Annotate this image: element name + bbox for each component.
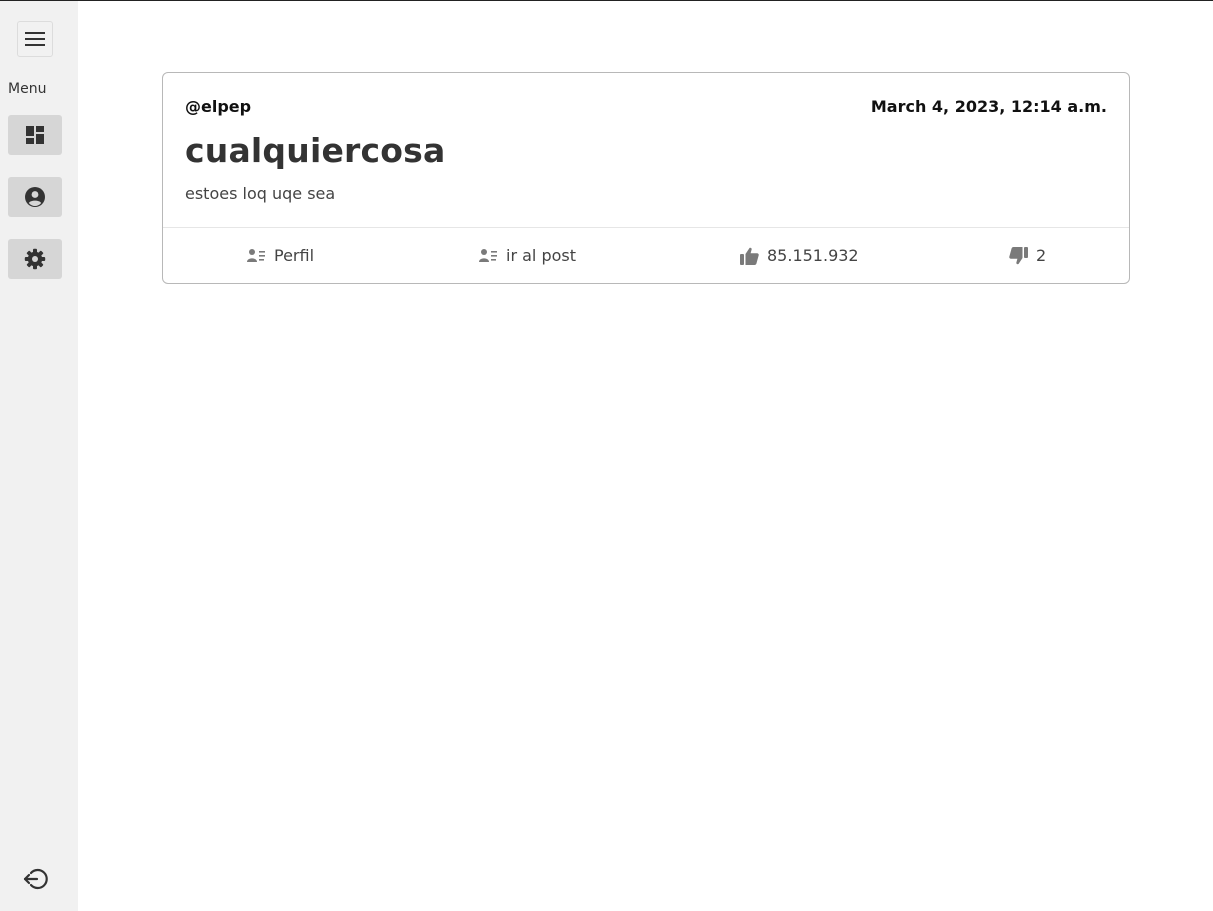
post-body: estoes loq uqe sea xyxy=(185,184,336,203)
dislike-button[interactable]: 2 xyxy=(1009,228,1046,283)
sidebar-item-settings[interactable] xyxy=(8,239,62,279)
thumbs-up-icon xyxy=(740,247,759,265)
likes-count: 85.151.932 xyxy=(767,246,859,265)
top-border xyxy=(0,0,1213,1)
post-date: March 4, 2023, 12:14 a.m. xyxy=(870,97,1107,116)
contact-card-icon xyxy=(479,249,497,262)
sidebar-item-dashboard[interactable] xyxy=(8,115,62,155)
post-title: cualquiercosa xyxy=(185,131,446,170)
hamburger-icon xyxy=(25,32,45,46)
logout-button[interactable] xyxy=(22,866,48,892)
logout-icon xyxy=(23,868,48,890)
dislikes-count: 2 xyxy=(1036,246,1047,265)
thumbs-down-icon xyxy=(1009,246,1028,264)
dashboard-icon xyxy=(26,126,44,144)
open-post-button[interactable]: ir al post xyxy=(479,228,576,283)
profile-label: Perfil xyxy=(274,246,315,265)
menu-label: Menu xyxy=(8,81,47,97)
sidebar: Menu xyxy=(0,1,78,911)
contact-card-icon xyxy=(247,249,265,262)
menu-toggle-button[interactable] xyxy=(17,21,53,57)
post-header: @elpep March 4, 2023, 12:14 a.m. xyxy=(185,97,1107,116)
profile-button[interactable]: Perfil xyxy=(247,228,314,283)
post-card: @elpep March 4, 2023, 12:14 a.m. cualqui… xyxy=(162,72,1130,284)
sidebar-item-profile[interactable] xyxy=(8,177,62,217)
post-actions: Perfil ir al post 85.151.932 2 xyxy=(163,228,1129,283)
gear-icon xyxy=(24,248,46,270)
post-author: @elpep xyxy=(185,97,252,116)
open-post-label: ir al post xyxy=(506,246,576,265)
account-circle-icon xyxy=(25,187,45,207)
like-button[interactable]: 85.151.932 xyxy=(740,228,859,283)
